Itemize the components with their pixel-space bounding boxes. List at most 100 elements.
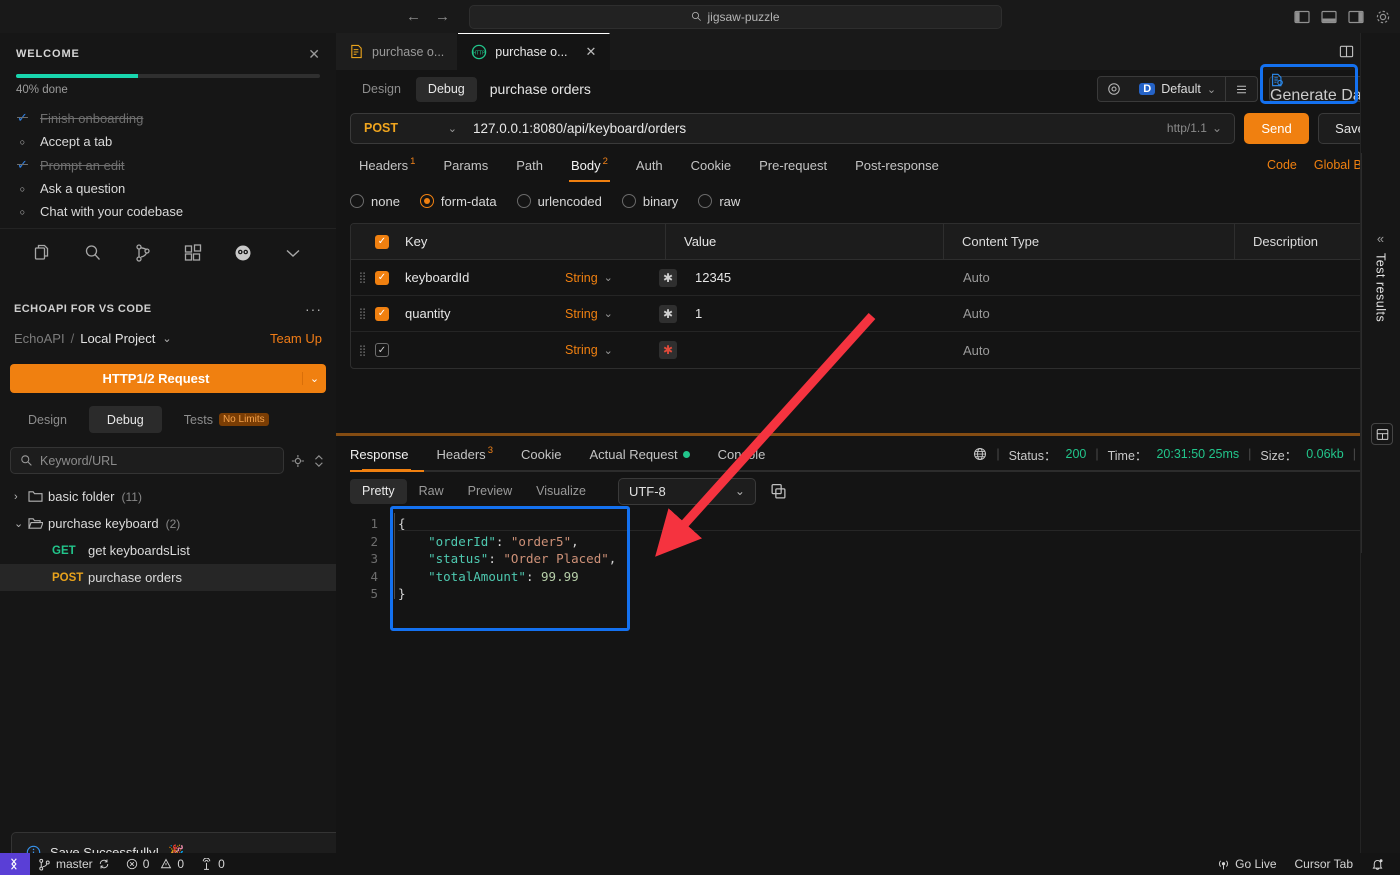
chevron-down-icon[interactable]: ⌄ [1207, 83, 1216, 96]
chevrons-left-icon[interactable]: « [1377, 231, 1384, 246]
onboarding-item-ask-a-question[interactable]: ○ Ask a question [16, 181, 320, 196]
response-json-body[interactable]: { "orderId": "order5", "status": "Order … [398, 512, 616, 603]
required-star-icon[interactable]: ✱ [659, 341, 677, 359]
row-value[interactable]: 1 [677, 306, 945, 321]
tree-folder-basic-folder[interactable]: › basic folder (11) [0, 483, 336, 510]
table-row[interactable]: ⣿ ✓ keyboardId String ⌄ ✱ 12345 Auto [351, 260, 1381, 296]
tree-folder-purchase-keyboard[interactable]: ⌄ purchase keyboard (2) [0, 510, 336, 537]
row-checkbox[interactable]: ✓ [375, 306, 405, 321]
tab-debug[interactable]: Debug [88, 406, 162, 433]
status-cursor-tab[interactable]: Cursor Tab [1287, 853, 1361, 875]
response-tab-cookie[interactable]: Cookie [507, 437, 575, 471]
settings-gear-icon[interactable] [1375, 9, 1391, 25]
chevron-down-icon[interactable]: ⌄ [162, 332, 171, 345]
request-tab-headers[interactable]: Headers 1 [350, 148, 429, 182]
new-http-request-button[interactable]: HTTP1/2 Request ⌄ [10, 364, 326, 393]
mode-tab-design[interactable]: Design [350, 77, 413, 102]
forward-icon[interactable]: → [435, 9, 450, 24]
format-tab-visualize[interactable]: Visualize [524, 479, 598, 504]
select-all-checkbox[interactable]: ✓ [375, 234, 405, 249]
breadcrumb-project[interactable]: Local Project [80, 331, 155, 346]
close-icon[interactable]: ✕ [308, 47, 320, 61]
status-go-live[interactable]: Go Live [1209, 853, 1284, 875]
environment-settings-button[interactable] [1098, 82, 1130, 96]
http-version-selector[interactable]: http/1.1 ⌄ [1167, 121, 1234, 135]
request-tab-body[interactable]: Body 2 [557, 148, 622, 182]
split-editor-icon[interactable] [1339, 44, 1354, 59]
request-tab-auth[interactable]: Auth [622, 148, 677, 182]
close-icon[interactable]: ✕ [586, 44, 597, 60]
body-type-binary[interactable]: binary [621, 194, 678, 209]
status-branch[interactable]: master [30, 853, 118, 875]
body-type-raw[interactable]: raw [698, 194, 740, 209]
editor-tab-purchase-orders-http[interactable]: HTTP purchase o... ✕ [458, 33, 611, 70]
row-checkbox[interactable]: ✓ [375, 270, 405, 285]
echoapi-icon[interactable] [233, 243, 253, 263]
tab-design[interactable]: Design [10, 406, 85, 433]
response-tab-console[interactable]: Console [704, 437, 780, 471]
test-results-toggle[interactable]: « Test results [1361, 231, 1400, 322]
tree-request-get-keyboardslist[interactable]: GET get keyboardsList [0, 537, 336, 564]
tree-request-purchase-orders[interactable]: POST purchase orders [0, 564, 336, 591]
chevron-right-icon[interactable]: › [14, 491, 28, 503]
toggle-secondary-sidebar-icon[interactable] [1348, 9, 1364, 25]
row-content-type[interactable]: Auto [945, 343, 1235, 358]
extension-more-icon[interactable]: ··· [305, 301, 322, 317]
mode-tab-debug[interactable]: Debug [415, 76, 477, 102]
onboarding-item-finish-onboarding[interactable]: ✓ Finish onboarding [16, 110, 320, 126]
response-tab-headers[interactable]: Headers 3 [423, 437, 507, 471]
table-row[interactable]: ⣿ ✓ quantity String ⌄ ✱ 1 Auto [351, 296, 1381, 332]
team-up-link[interactable]: Team Up [270, 331, 322, 346]
breadcrumb-org[interactable]: EchoAPI [14, 331, 65, 346]
layout-toggle-button[interactable] [1371, 423, 1393, 445]
body-type-form-data[interactable]: form-data [419, 194, 497, 209]
response-body-editor[interactable]: 1 2 3 4 5 { "orderId": "order5", "status": "… [336, 506, 1400, 772]
drag-handle-icon[interactable]: ⣿ [351, 307, 375, 320]
row-type-selector[interactable]: String ⌄ [565, 307, 657, 321]
toggle-primary-sidebar-icon[interactable] [1294, 9, 1310, 25]
expand-collapse-icon[interactable] [312, 454, 326, 468]
encoding-selector[interactable]: UTF-8 ⌄ [617, 477, 756, 505]
required-star-icon[interactable]: ✱ [659, 304, 677, 323]
request-name[interactable]: purchase orders [490, 81, 591, 97]
request-tab-params[interactable]: Params [429, 148, 502, 182]
copy-icon[interactable] [770, 483, 787, 500]
body-type-none[interactable]: none [350, 194, 400, 209]
editor-tab-purchase-orders-design[interactable]: purchase o... [336, 33, 459, 70]
chevron-down-icon[interactable]: ⌄ [14, 517, 28, 530]
keyword-url-search-input[interactable]: Keyword/URL [10, 447, 285, 474]
environment-list-button[interactable] [1226, 83, 1257, 96]
globe-icon[interactable] [973, 447, 987, 461]
row-key[interactable]: quantity [405, 306, 565, 321]
http-method-selector[interactable]: POST ⌄ [351, 121, 467, 135]
tab-tests[interactable]: Tests No Limits [166, 406, 287, 433]
source-control-icon[interactable] [133, 243, 153, 263]
row-checkbox[interactable]: ✓ [375, 343, 405, 357]
locate-icon[interactable] [291, 454, 305, 468]
search-icon[interactable] [83, 243, 103, 263]
back-icon[interactable]: ← [406, 9, 421, 24]
code-link[interactable]: Code [1267, 158, 1297, 172]
global-search-input[interactable]: jigsaw-puzzle [469, 4, 1002, 29]
remote-window-icon[interactable] [0, 853, 30, 875]
response-tab-actual-request[interactable]: Actual Request [575, 437, 703, 471]
format-tab-raw[interactable]: Raw [407, 479, 456, 504]
extensions-icon[interactable] [183, 243, 203, 263]
required-star-icon[interactable]: ✱ [659, 268, 677, 287]
environment-current[interactable]: D Default ⌄ [1130, 82, 1225, 96]
toggle-panel-icon[interactable] [1321, 9, 1337, 25]
row-content-type[interactable]: Auto [945, 270, 1235, 285]
request-tab-post-response[interactable]: Post-response [841, 148, 953, 182]
drag-handle-icon[interactable]: ⣿ [351, 344, 375, 357]
onboarding-item-chat-with-codebase[interactable]: ○ Chat with your codebase [16, 204, 320, 219]
status-ports[interactable]: 0 [192, 853, 233, 875]
row-key[interactable]: keyboardId [405, 270, 565, 285]
row-type-selector[interactable]: String ⌄ [565, 271, 657, 285]
format-tab-pretty[interactable]: Pretty [350, 478, 407, 504]
format-tab-preview[interactable]: Preview [456, 479, 524, 504]
status-problems[interactable]: 0 0 [118, 853, 192, 875]
onboarding-item-accept-a-tab[interactable]: ○ Accept a tab [16, 134, 320, 149]
onboarding-item-prompt-an-edit[interactable]: ✓ Prompt an edit [16, 157, 320, 173]
url-input[interactable]: 127.0.0.1:8080/api/keyboard/orders [467, 121, 1167, 136]
row-value[interactable]: 12345 [677, 270, 945, 285]
